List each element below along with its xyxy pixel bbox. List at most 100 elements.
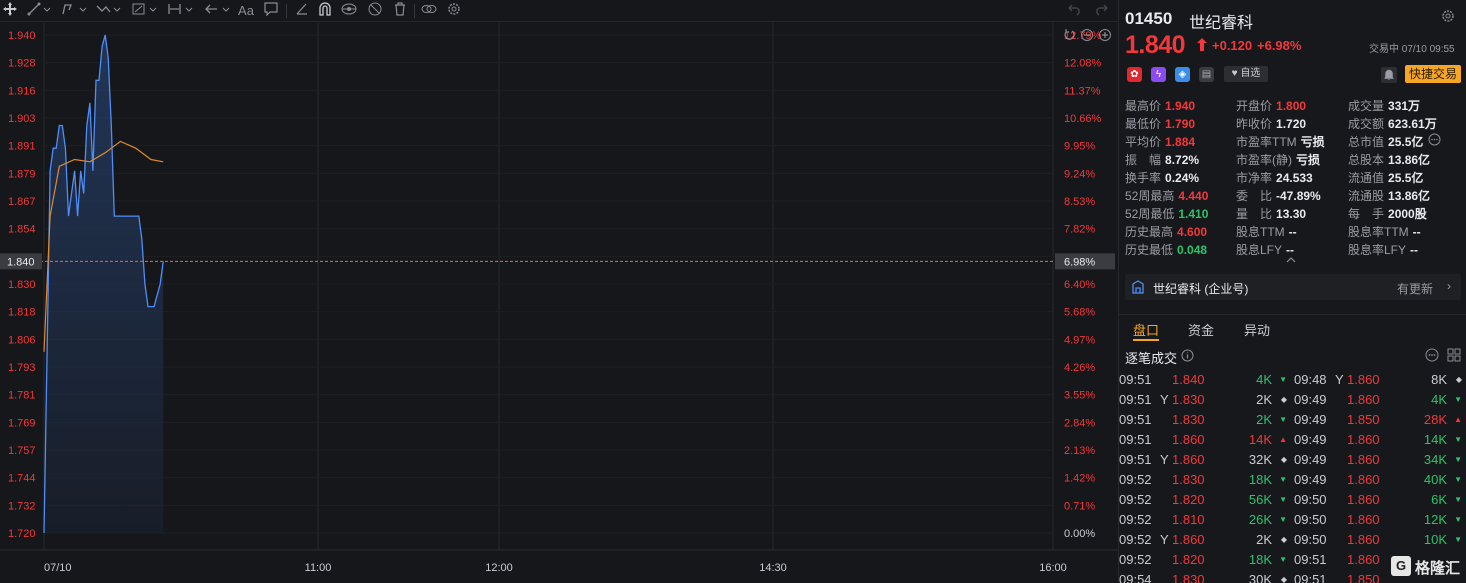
stat-label: 市净率 (1236, 171, 1273, 185)
trend-tool-icon[interactable] (94, 2, 124, 20)
stat-item: 市盈率TTM 亏损 (1236, 133, 1325, 150)
trade-volume: 40K (1423, 472, 1447, 487)
stat-value: 1.720 (1276, 117, 1307, 131)
trade-volume: 2K (1256, 392, 1272, 407)
magnet-icon[interactable] (316, 2, 334, 20)
trade-volume: 18K (1248, 472, 1272, 487)
trade-time: 09:52 (1119, 532, 1152, 547)
stat-label: 股息LFY (1236, 243, 1283, 257)
trade-row: 09:51 Y 1.860 32K ◆ (1119, 450, 1292, 470)
stat-label: 成交量 (1348, 99, 1385, 113)
company-label: 世纪睿科 (企业号) (1153, 282, 1249, 296)
intraday-chart[interactable]: 1.940 1.928 1.916 1.903 1.891 1.879 1.867 1.854… (0, 23, 1118, 583)
connect-icon[interactable]: ϟ (1151, 67, 1166, 82)
neutral-diamond-icon: ◆ (1455, 375, 1462, 384)
tag-icon[interactable]: ◈ (1175, 67, 1190, 82)
trade-row: 09:51 Y 1.830 2K ◆ (1119, 390, 1292, 410)
quick-trade-button[interactable]: 快捷交易 (1405, 65, 1461, 83)
stat-label: 历史最低 (1125, 243, 1174, 257)
tab-capital[interactable]: 资金 (1188, 320, 1214, 339)
last-price: 1.840 (1125, 31, 1186, 59)
measure-tool-icon[interactable] (130, 2, 160, 20)
pct-tick-label: 2.13% (1064, 445, 1095, 457)
range-tool-icon[interactable] (166, 2, 196, 20)
down-arrow-icon: ▼ (1279, 375, 1287, 384)
chart-canvas[interactable]: 1.940 1.928 1.916 1.903 1.891 1.879 1.867 1.854… (0, 23, 1118, 583)
more-icon[interactable] (1425, 348, 1439, 365)
pct-tick-label: 11.37% (1064, 85, 1101, 97)
pct-tick-label: 1.42% (1064, 473, 1095, 485)
arrow-tool-icon[interactable] (203, 2, 233, 20)
stat-label: 流通股 (1348, 189, 1385, 203)
tab-orderbook[interactable]: 盘口 (1133, 320, 1159, 339)
building-icon (1131, 280, 1145, 297)
move-icon[interactable] (2, 2, 18, 20)
settings-icon[interactable] (445, 2, 463, 20)
trade-volume: 4K (1256, 372, 1272, 387)
polyline-tool-icon[interactable] (60, 2, 90, 20)
stat-label: 平均价 (1125, 135, 1162, 149)
trade-time: 09:51 (1294, 552, 1327, 567)
x-tick-label: 07/10 (44, 562, 72, 574)
trades-title: 逐笔成交 (1125, 351, 1178, 366)
text-tool-icon[interactable]: Aa (236, 2, 256, 20)
trade-time: 09:51 (1119, 372, 1152, 387)
trash-icon[interactable] (391, 2, 409, 20)
grid-view-icon[interactable] (1447, 348, 1461, 365)
trade-row: 09:51 1.830 2K ▼ (1119, 410, 1292, 430)
eye-icon[interactable] (340, 2, 358, 20)
settings-icon[interactable] (1441, 9, 1455, 26)
trade-price: 1.850 (1347, 572, 1380, 583)
watchlist-button[interactable]: ♥ 自选 (1224, 66, 1268, 82)
trade-price: 1.860 (1347, 492, 1380, 507)
trade-time: 09:50 (1294, 512, 1327, 527)
pct-tick-label: 4.97% (1064, 334, 1095, 346)
trade-flag: Y (1160, 532, 1169, 547)
stat-item: 平均价 1.884 (1125, 133, 1195, 150)
more-info-icon[interactable] (1428, 133, 1441, 149)
trade-volume: 2K (1256, 412, 1272, 427)
line-tool-icon[interactable] (26, 2, 54, 20)
collapse-icon[interactable] (1285, 253, 1297, 267)
trade-time: 09:50 (1294, 532, 1327, 547)
trade-price: 1.810 (1172, 512, 1205, 527)
pct-tick-label: 9.24% (1064, 168, 1095, 180)
up-arrow-icon: ▲ (1454, 415, 1462, 424)
redo-icon[interactable] (1092, 2, 1110, 20)
watermark-text: 格隆汇 (1415, 560, 1461, 577)
trade-row: 09:50 1.860 6K ▼ (1294, 490, 1466, 510)
undo-icon[interactable] (1066, 2, 1084, 20)
down-arrow-icon: ▼ (1279, 555, 1287, 564)
pct-tick-label: 9.95% (1064, 141, 1095, 153)
stat-item: 换手率 0.24% (1125, 169, 1199, 186)
trade-row: 09:51 1.840 4K ▼ (1119, 370, 1292, 390)
trade-time: 09:52 (1119, 472, 1152, 487)
stat-value: 1.800 (1276, 99, 1307, 113)
stat-label: 股息率LFY (1348, 243, 1407, 257)
stat-label: 52周最高 (1125, 189, 1175, 203)
trade-time: 09:52 (1119, 512, 1152, 527)
tab-movement[interactable]: 异动 (1244, 320, 1270, 339)
trade-time: 09:52 (1119, 492, 1152, 507)
info-icon[interactable] (1181, 349, 1194, 365)
trade-price: 1.820 (1172, 492, 1205, 507)
trade-volume: 14K (1248, 432, 1272, 447)
hide-icon[interactable] (366, 2, 384, 20)
doc-icon[interactable]: ▤ (1199, 67, 1214, 82)
comment-tool-icon[interactable] (262, 2, 280, 20)
y-tick-label: 1.818 (8, 307, 36, 319)
stat-value: 623.61万 (1388, 117, 1437, 131)
quote-panel: 01450 世纪睿科 1.840 +0.120 +6.98% 交易中 07/10… (1118, 0, 1466, 583)
active-tab-indicator (1133, 339, 1159, 341)
trade-time: 09:49 (1294, 392, 1327, 407)
company-account-row[interactable]: 世纪睿科 (企业号) 有更新 › (1125, 274, 1461, 300)
trade-row: 09:49 1.850 28K ▲ (1294, 410, 1466, 430)
down-arrow-icon: ▼ (1279, 515, 1287, 524)
link-icon[interactable] (420, 2, 438, 20)
stat-item: 股息TTM -- (1236, 223, 1297, 240)
pct-tick-label: 0.71% (1064, 500, 1095, 512)
angle-tool-icon[interactable] (293, 2, 311, 20)
x-tick-label: 12:00 (485, 562, 513, 574)
trade-price: 1.860 (1347, 432, 1380, 447)
bell-icon[interactable] (1381, 67, 1397, 86)
